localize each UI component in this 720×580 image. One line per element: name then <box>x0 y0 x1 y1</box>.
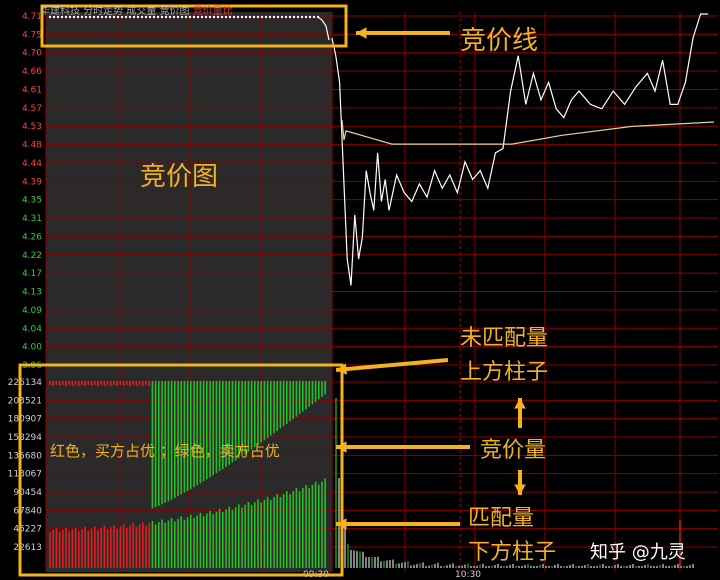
price-tick-label: 4.04 <box>22 324 42 334</box>
unmatched-annotation-line2: 上方柱子 <box>460 360 549 385</box>
auction-dot <box>284 15 288 19</box>
volume-tick-label: 67840 <box>13 506 42 516</box>
auction-dot <box>280 15 284 19</box>
up-arrow-head <box>514 398 526 409</box>
price-tick-label: 4.31 <box>22 214 42 224</box>
auction-dot <box>252 15 256 19</box>
stock-label: 华建科技 <box>40 6 80 17</box>
price-tick-label: 4.70 <box>22 49 42 59</box>
price-tick-label: 4.35 <box>22 196 42 206</box>
auction-dot <box>304 15 308 19</box>
auction-dot <box>248 15 252 19</box>
price-tick-label: 4.00 <box>22 343 42 353</box>
volume-tick-label: 203521 <box>8 396 42 406</box>
volume-tick-label: 90454 <box>13 488 42 498</box>
auction-dot <box>292 15 296 19</box>
price-tick-label: 4.71 <box>22 12 42 22</box>
auction-dot <box>256 15 260 19</box>
auction-dot <box>236 15 240 19</box>
auction-dot <box>288 15 292 19</box>
price-tick-label: 4.61 <box>22 85 42 95</box>
matched-annotation-line2: 下方柱子 <box>468 540 557 565</box>
price-tick-label: 4.75 <box>22 30 42 40</box>
price-tick-label: 4.66 <box>22 67 42 77</box>
price-tick-label: 4.22 <box>22 251 42 261</box>
auction-chart: 4.71 4.75 4.70 4.66 4.61 4.57 4.53 4.48 4.44 4.39… <box>8 4 718 580</box>
volume-tick-label: 22613 <box>13 543 42 553</box>
tabs-label: 成交量 竞价图 <box>126 6 190 17</box>
indicator-label: 分时走势 <box>83 6 124 17</box>
auction-volume-annotation: 竞价量 <box>480 438 547 463</box>
auction-dot <box>264 15 268 19</box>
volume-tick-label: 226134 <box>8 378 43 388</box>
price-tick-label: 4.17 <box>22 269 42 279</box>
down-arrow-head <box>514 484 526 495</box>
price-tick-label: 4.48 <box>22 141 42 151</box>
matched-annotation-line1: 匹配量 <box>468 506 535 531</box>
average-price-line <box>341 119 715 145</box>
auction-dot <box>308 15 312 19</box>
volume-tick-label: 113067 <box>8 470 42 480</box>
extra-label: 竞价量比 <box>192 6 233 17</box>
auction-dot <box>272 15 276 19</box>
auction-dot <box>312 15 316 19</box>
auction-line-arrow-head <box>356 27 367 39</box>
price-tick-label: 4.09 <box>22 306 42 316</box>
time-tick-label: 10:30 <box>455 570 481 580</box>
price-tick-label: 4.39 <box>22 177 42 187</box>
auction-dot <box>232 15 236 19</box>
auction-chart-annotation: 竞价图 <box>140 162 219 192</box>
price-tick-label: 4.13 <box>22 288 42 298</box>
auction-dot <box>296 15 300 19</box>
volume-tick-label: 45227 <box>13 525 42 535</box>
volume-tick-label: 158294 <box>8 433 43 443</box>
auction-line-annotation: 竞价线 <box>460 26 539 56</box>
price-tick-label: 4.53 <box>22 122 42 132</box>
chart-header: 华建科技 分时走势 成交量 竞价图 竞价量比 <box>40 2 233 17</box>
price-tick-label: 4.44 <box>22 159 42 169</box>
auction-dot <box>260 15 264 19</box>
auction-dot <box>276 15 280 19</box>
color-legend-annotation: 红色，买方占优 ；绿色，卖方占优 <box>50 442 280 460</box>
auction-dot <box>300 15 304 19</box>
volume-tick-label: 180907 <box>8 415 42 425</box>
watermark: 知乎 @九灵 <box>590 542 686 563</box>
price-tick-label: 4.26 <box>22 232 42 242</box>
auction-dot <box>268 15 272 19</box>
auction-dot <box>240 15 244 19</box>
price-tick-label: 4.57 <box>22 104 42 114</box>
auction-dot <box>244 15 248 19</box>
unmatched-annotation-line1: 未匹配量 <box>460 326 549 351</box>
volume-tick-label: 135680 <box>8 451 43 461</box>
